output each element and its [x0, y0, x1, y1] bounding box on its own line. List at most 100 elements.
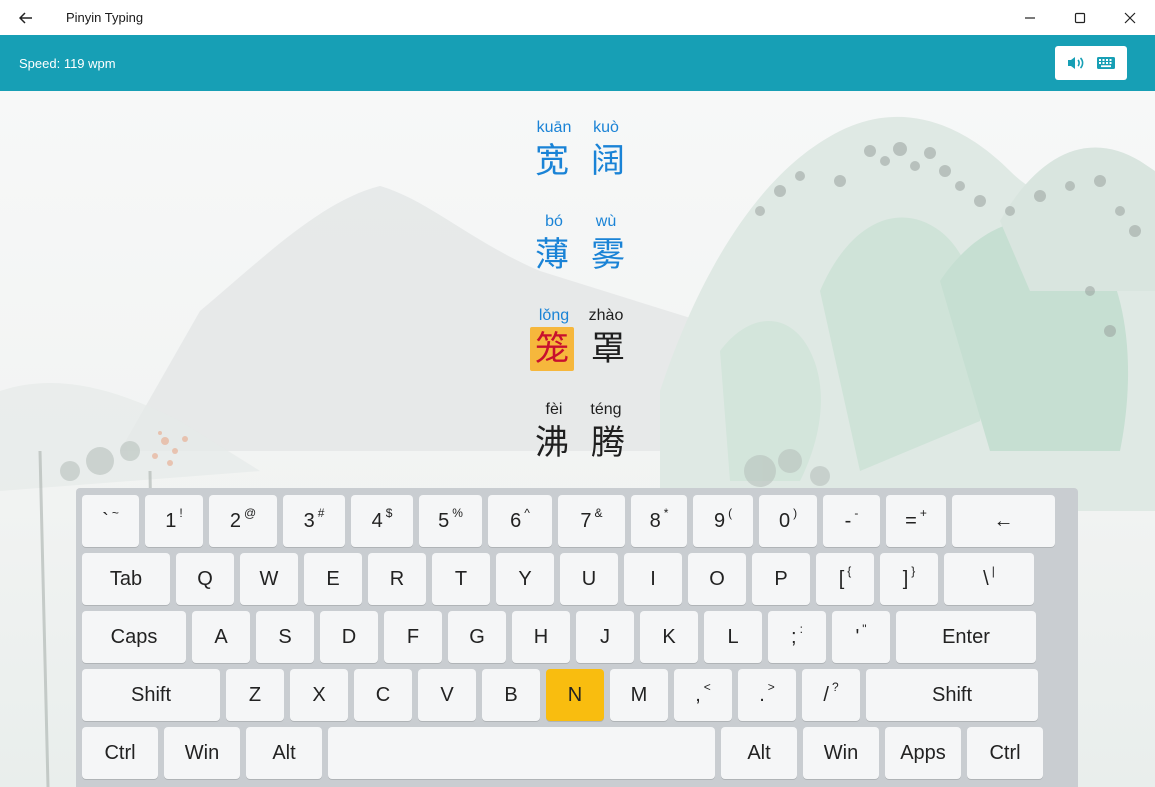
minimize-button[interactable] — [1005, 0, 1055, 35]
key-symbol-11[interactable]: -- — [823, 495, 880, 547]
key-win[interactable]: Win — [164, 727, 240, 779]
key-9[interactable]: 9( — [693, 495, 753, 547]
key-caps[interactable]: Caps — [82, 611, 186, 663]
keyboard-toggle-button[interactable] — [1093, 50, 1119, 76]
key-win[interactable]: Win — [803, 727, 879, 779]
key-space[interactable] — [328, 727, 715, 779]
key-label: ` — [102, 509, 109, 532]
sound-toggle-button[interactable] — [1063, 50, 1089, 76]
key-5[interactable]: 5% — [419, 495, 482, 547]
key-symbol-11[interactable]: [{ — [816, 553, 874, 605]
key-r[interactable]: R — [368, 553, 426, 605]
key-label: H — [533, 625, 549, 648]
key-shift-label: ? — [831, 680, 839, 694]
key-symbol-10[interactable]: ;: — [768, 611, 826, 663]
key-symbol-0[interactable]: ` ~ — [82, 495, 139, 547]
key-6[interactable]: 6 ^ — [488, 495, 552, 547]
key-label: Shift — [931, 683, 973, 706]
key-z[interactable]: Z — [226, 669, 284, 721]
key-e[interactable]: E — [304, 553, 362, 605]
key-p[interactable]: P — [752, 553, 810, 605]
pinyin-syllable: téng — [590, 401, 622, 418]
key-symbol-8[interactable]: , < — [674, 669, 732, 721]
key-n[interactable]: N — [546, 669, 604, 721]
key-label: P — [774, 567, 788, 590]
key-label: X — [312, 683, 326, 706]
key-ctrl[interactable]: Ctrl — [82, 727, 158, 779]
key-shift[interactable]: Shift — [82, 669, 220, 721]
key-symbol-10[interactable]: /? — [802, 669, 860, 721]
maximize-button[interactable] — [1055, 0, 1105, 35]
key-shift-label: ~ — [111, 506, 119, 520]
back-button[interactable] — [0, 0, 52, 35]
key-symbol-11[interactable]: ' " — [832, 611, 890, 663]
key-2[interactable]: 2 @ — [209, 495, 277, 547]
key-shift[interactable]: Shift — [866, 669, 1038, 721]
key-h[interactable]: H — [512, 611, 570, 663]
key-symbol-13[interactable]: ← — [952, 495, 1055, 547]
key-m[interactable]: M — [610, 669, 668, 721]
key-enter[interactable]: Enter — [896, 611, 1036, 663]
key-label: N — [567, 683, 583, 706]
key-a[interactable]: A — [192, 611, 250, 663]
key-label: 6 — [510, 509, 522, 532]
key-t[interactable]: T — [432, 553, 490, 605]
key-4[interactable]: 4 $ — [351, 495, 413, 547]
key-label: V — [440, 683, 454, 706]
key-k[interactable]: K — [640, 611, 698, 663]
pinyin-syllable: kuān — [536, 119, 572, 136]
key-3[interactable]: 3 # — [283, 495, 345, 547]
key-q[interactable]: Q — [176, 553, 234, 605]
key-label: 9 — [713, 509, 726, 532]
key-symbol-13[interactable]: \ | — [944, 553, 1034, 605]
hanzi-character: 腾 — [591, 423, 625, 463]
key-y[interactable]: Y — [496, 553, 554, 605]
word-pinyin: fèi téng — [530, 401, 630, 421]
key-8[interactable]: 8 * — [631, 495, 687, 547]
key-f[interactable]: F — [384, 611, 442, 663]
key-symbol-9[interactable]: . > — [738, 669, 796, 721]
key-g[interactable]: G — [448, 611, 506, 663]
key-shift-label: ! — [179, 506, 183, 520]
key-v[interactable]: V — [418, 669, 476, 721]
close-button[interactable] — [1105, 0, 1155, 35]
arrow-left-icon — [19, 11, 32, 24]
key-d[interactable]: D — [320, 611, 378, 663]
key-label: 3 — [303, 509, 315, 532]
pinyin-syllable: wù — [595, 213, 617, 230]
key-b[interactable]: B — [482, 669, 540, 721]
key-label: 8 — [649, 509, 661, 532]
hanzi-character: 沸 — [535, 423, 569, 463]
key-alt[interactable]: Alt — [246, 727, 322, 779]
key-symbol-12[interactable]: ]} — [880, 553, 938, 605]
key-0[interactable]: 0) — [759, 495, 817, 547]
key-label: Y — [518, 567, 532, 590]
key-apps[interactable]: Apps — [885, 727, 961, 779]
key-alt[interactable]: Alt — [721, 727, 797, 779]
key-shift-label: $ — [385, 506, 393, 520]
key-i[interactable]: I — [624, 553, 682, 605]
key-o[interactable]: O — [688, 553, 746, 605]
key-label: 0 — [778, 509, 791, 532]
key-label: 4 — [371, 509, 383, 532]
key-symbol-12[interactable]: = + — [886, 495, 946, 547]
key-7[interactable]: 7 & — [558, 495, 625, 547]
key-x[interactable]: X — [290, 669, 348, 721]
key-ctrl[interactable]: Ctrl — [967, 727, 1043, 779]
key-tab[interactable]: Tab — [82, 553, 170, 605]
key-w[interactable]: W — [240, 553, 298, 605]
hanzi-character: 罩 — [591, 329, 625, 369]
key-u[interactable]: U — [560, 553, 618, 605]
key-label: E — [326, 567, 340, 590]
key-l[interactable]: L — [704, 611, 762, 663]
key-s[interactable]: S — [256, 611, 314, 663]
key-c[interactable]: C — [354, 669, 412, 721]
key-j[interactable]: J — [576, 611, 634, 663]
pinyin-syllable: fèi — [545, 401, 563, 418]
word-pinyin: lǒng zhào — [530, 304, 630, 328]
minimize-icon — [1025, 16, 1035, 19]
key-1[interactable]: 1! — [145, 495, 203, 547]
pinyin-syllable-current: lǒng — [530, 304, 578, 328]
key-label: = — [905, 509, 917, 532]
key-label: D — [341, 625, 357, 648]
